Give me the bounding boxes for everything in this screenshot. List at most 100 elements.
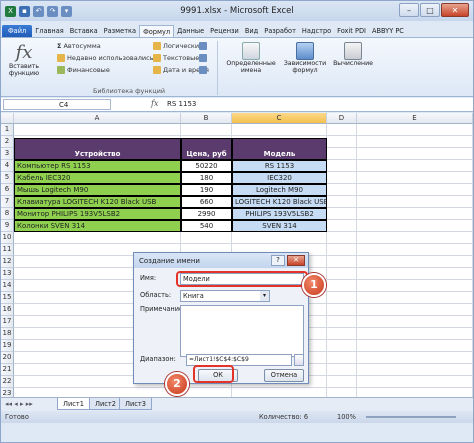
grid-cell[interactable] (327, 148, 357, 160)
dialog-close-button[interactable]: ✕ (287, 255, 305, 266)
grid-cell[interactable] (327, 136, 357, 148)
save-icon[interactable]: ▪ (19, 5, 30, 17)
row-header[interactable]: 21 (1, 364, 14, 376)
grid-cell[interactable] (357, 280, 473, 292)
grid-cell[interactable] (327, 244, 357, 256)
formula-input[interactable]: RS 1153 (167, 100, 196, 108)
grid-cell[interactable] (327, 316, 357, 328)
column-header-d[interactable]: D (327, 113, 357, 124)
row-header[interactable]: 17 (1, 316, 14, 328)
math-button[interactable] (199, 54, 207, 62)
grid-cell[interactable] (357, 208, 473, 220)
name-box[interactable]: C4 (3, 99, 111, 110)
grid-cell[interactable] (327, 256, 357, 268)
grid-cell[interactable] (327, 340, 357, 352)
grid-cell[interactable] (327, 172, 357, 184)
grid-cell[interactable] (327, 208, 357, 220)
row-header[interactable]: 16 (1, 304, 14, 316)
sheet-tab-3[interactable]: Лист3 (119, 398, 152, 410)
grid-cell[interactable] (357, 136, 473, 148)
table-cell[interactable]: 50220 (181, 160, 232, 172)
grid-cell[interactable] (357, 328, 473, 340)
grid-cell[interactable] (327, 196, 357, 208)
row-header[interactable]: 9 (1, 220, 14, 232)
select-all-corner[interactable] (1, 113, 14, 124)
table-cell[interactable]: Кабель IEC320 (14, 172, 181, 184)
sheet-tab-2[interactable]: Лист2 (89, 398, 122, 410)
customize-toolbar-icon[interactable]: ▾ (61, 5, 72, 17)
defined-names-button[interactable]: Определенные имена (223, 42, 279, 74)
grid-cell[interactable] (327, 124, 357, 136)
grid-cell[interactable] (357, 172, 473, 184)
calculation-button[interactable]: Вычисление (333, 42, 373, 67)
row-header[interactable]: 22 (1, 376, 14, 388)
row-header[interactable]: 15 (1, 292, 14, 304)
row-header[interactable]: 12 (1, 256, 14, 268)
logical-button[interactable]: Логические (153, 42, 203, 50)
grid-cell[interactable] (357, 256, 473, 268)
row-header[interactable]: 10 (1, 232, 14, 244)
grid-cell[interactable] (327, 376, 357, 388)
grid-cell[interactable] (357, 268, 473, 280)
grid-cell[interactable] (327, 352, 357, 364)
grid-cell[interactable] (357, 340, 473, 352)
dependencies-button[interactable]: Зависимости формул (281, 42, 329, 74)
grid-cell[interactable] (327, 160, 357, 172)
more-functions-button[interactable] (199, 66, 207, 74)
zoom-slider[interactable] (366, 416, 456, 418)
table-cell[interactable]: LOGITECH K120 Black USB (232, 196, 327, 208)
table-cell[interactable]: 190 (181, 184, 232, 196)
row-header[interactable]: 20 (1, 352, 14, 364)
grid-cell[interactable] (232, 124, 327, 136)
column-header-b[interactable]: B (181, 113, 232, 124)
grid-cell[interactable] (181, 232, 232, 244)
row-header[interactable]: 19 (1, 340, 14, 352)
column-header-c[interactable]: C (232, 113, 327, 124)
autosum-button[interactable]: Σ Автосумма (57, 42, 101, 50)
help-button[interactable]: ? (271, 255, 285, 266)
undo-icon[interactable]: ↶ (33, 5, 44, 17)
grid-cell[interactable] (357, 352, 473, 364)
grid-cell[interactable] (357, 196, 473, 208)
sheet-tab-1[interactable]: Лист1 (57, 398, 90, 410)
grid-cell[interactable] (357, 304, 473, 316)
table-cell[interactable]: 180 (181, 172, 232, 184)
table-cell[interactable]: 540 (181, 220, 232, 232)
fx-formula-icon[interactable]: fx (151, 99, 158, 108)
row-header[interactable]: 18 (1, 328, 14, 340)
table-cell[interactable]: Logitech M90 (232, 184, 327, 196)
grid-cell[interactable] (357, 244, 473, 256)
table-cell[interactable]: Клавиатура LOGITECH K120 Black USB (14, 196, 181, 208)
column-header-a[interactable]: A (14, 113, 181, 124)
grid-cell[interactable] (357, 232, 473, 244)
table-cell[interactable]: IEC320 (232, 172, 327, 184)
table-header-cell[interactable]: Модель (232, 138, 327, 160)
text-button[interactable]: Текстовые (153, 54, 199, 62)
table-cell[interactable]: RS 1153 (232, 160, 327, 172)
row-header[interactable]: 5 (1, 172, 14, 184)
grid-cell[interactable] (14, 124, 181, 136)
lookup-button[interactable] (199, 42, 207, 50)
table-cell[interactable]: Колонки SVEN 314 (14, 220, 181, 232)
maximize-button[interactable]: □ (420, 3, 440, 17)
table-cell[interactable]: Монитор PHILIPS 193V5LSB2 (14, 208, 181, 220)
row-header[interactable]: 7 (1, 196, 14, 208)
table-header-cell[interactable]: Устройство (14, 138, 181, 160)
recent-button[interactable]: Недавно использовались (57, 54, 154, 62)
minimize-button[interactable]: – (399, 3, 419, 17)
grid-cell[interactable] (357, 292, 473, 304)
grid-cell[interactable] (327, 220, 357, 232)
row-header[interactable]: 3 (1, 148, 14, 160)
row-header[interactable]: 1 (1, 124, 14, 136)
cancel-button[interactable]: Отмена (264, 369, 304, 382)
table-cell[interactable]: PHILIPS 193V5LSB2 (232, 208, 327, 220)
grid-cell[interactable] (232, 232, 327, 244)
table-cell[interactable]: Мышь Logitech M90 (14, 184, 181, 196)
table-header-cell[interactable]: Цена, руб (181, 138, 232, 160)
grid-cell[interactable] (357, 316, 473, 328)
comment-textarea[interactable] (180, 305, 304, 357)
grid-cell[interactable] (327, 328, 357, 340)
grid-cell[interactable] (357, 184, 473, 196)
grid-cell[interactable] (181, 124, 232, 136)
grid-cell[interactable] (357, 220, 473, 232)
